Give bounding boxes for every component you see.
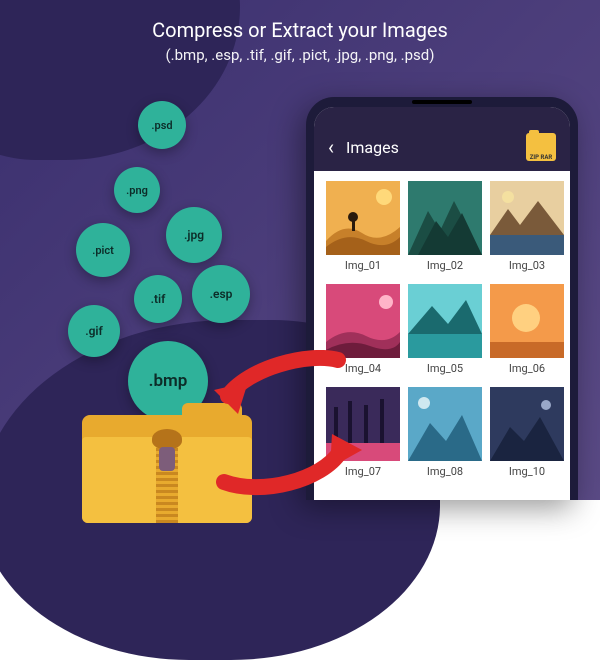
grid-item[interactable]: Img_05 — [408, 284, 482, 383]
grid-item[interactable]: Img_06 — [490, 284, 564, 383]
heading-subtitle: (.bmp, .esp, .tif, .gif, .pict, .jpg, .p… — [0, 46, 600, 64]
arrow-in-icon — [208, 350, 348, 428]
thumb-label: Img_02 — [408, 255, 482, 280]
thumb-img-02 — [408, 181, 482, 255]
status-bar — [314, 107, 570, 124]
grid-item[interactable]: Img_10 — [490, 387, 564, 486]
thumb-img-06 — [490, 284, 564, 358]
thumb-label: Img_08 — [408, 461, 482, 486]
app-bar: ‹ Images ZIP RAR — [314, 124, 570, 171]
format-bubble-psd: .psd — [138, 101, 186, 149]
format-bubble-gif: .gif — [68, 305, 120, 357]
format-bubble-png: .png — [114, 167, 160, 213]
thumb-img-04 — [326, 284, 400, 358]
format-bubble-jpg: .jpg — [166, 207, 222, 263]
format-bubble-esp: .esp — [192, 265, 250, 323]
grid-item[interactable]: Img_08 — [408, 387, 482, 486]
thumb-label: Img_10 — [490, 461, 564, 486]
thumb-img-08 — [408, 387, 482, 461]
format-bubble-tif: .tif — [134, 275, 182, 323]
archive-action-icon[interactable]: ZIP RAR — [526, 133, 556, 161]
grid-item[interactable]: Img_03 — [490, 181, 564, 280]
thumb-img-05 — [408, 284, 482, 358]
format-bubble-pict: .pict — [76, 223, 130, 277]
heading-title: Compress or Extract your Images — [0, 18, 600, 42]
thumb-label: Img_01 — [326, 255, 400, 280]
thumb-label: Img_03 — [490, 255, 564, 280]
appbar-title: Images — [346, 138, 514, 157]
promo-heading: Compress or Extract your Images (.bmp, .… — [0, 18, 600, 64]
thumb-img-03 — [490, 181, 564, 255]
thumb-label: Img_05 — [408, 358, 482, 383]
thumb-img-01 — [326, 181, 400, 255]
grid-item[interactable]: Img_02 — [408, 181, 482, 280]
arrow-out-icon — [212, 430, 362, 500]
thumb-img-10 — [490, 387, 564, 461]
grid-item[interactable]: Img_01 — [326, 181, 400, 280]
back-icon[interactable]: ‹ — [328, 137, 334, 157]
thumb-label: Img_06 — [490, 358, 564, 383]
